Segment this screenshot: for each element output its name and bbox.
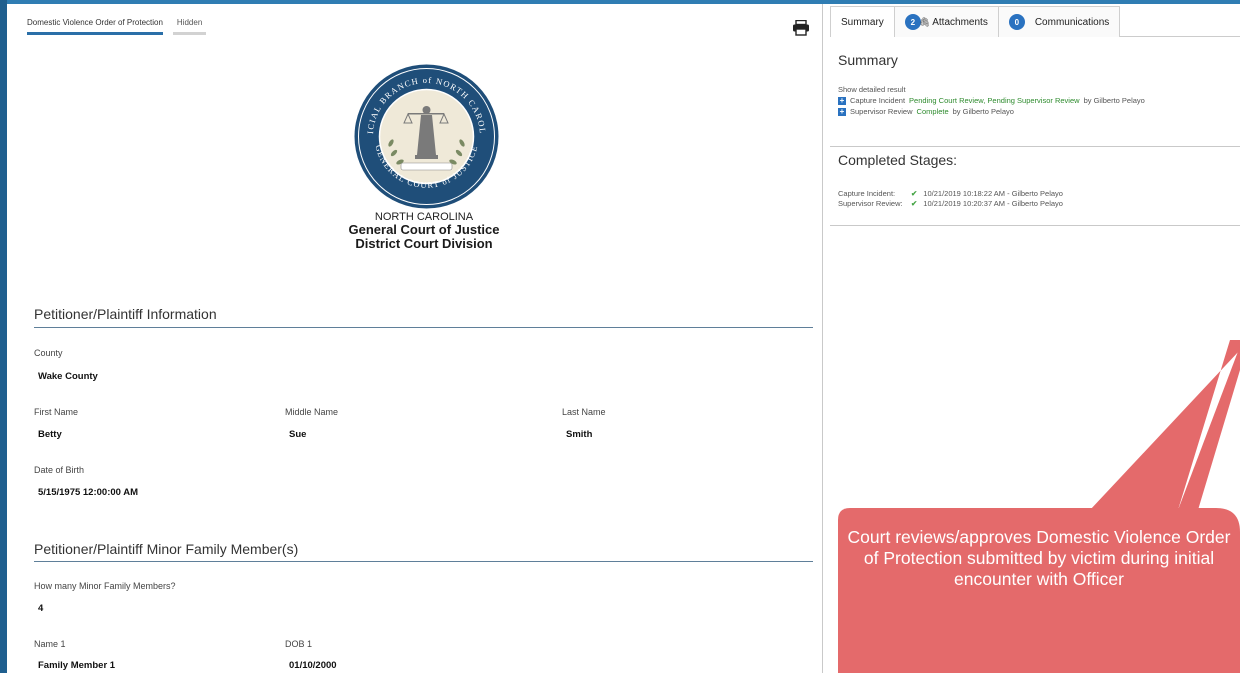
printer-icon[interactable] [792,20,810,36]
county-label: County [34,348,63,358]
tab-attachments-label: Attachments [932,16,988,28]
first-name-value: Betty [38,429,62,440]
document-tabs: Domestic Violence Order of Protection Hi… [27,14,207,35]
middle-name-value: Sue [289,429,307,440]
dob1-value: 01/10/2000 [289,660,337,671]
first-name-label: First Name [34,407,79,417]
annotation-callout [838,340,1240,673]
tab-summary-label: Summary [841,16,884,28]
paperclip-icon: 🖇 [918,16,931,27]
tab-communications-label: Communications [1034,16,1110,28]
tab-attachments[interactable]: 2 🖇 Attachments [893,6,999,37]
petitioner-section-divider [34,327,813,328]
stage-label: Supervisor Review: [838,199,903,208]
stage-row: Capture Incident: ✔ 10/21/2019 10:18:22 … [838,189,1063,199]
tab-summary[interactable]: Summary [830,6,895,37]
completed-stages-heading: Completed Stages: [838,152,958,168]
stage-value: 10/21/2019 10:18:22 AM - Gilberto Pelayo [923,189,1063,198]
stage-label: Capture Incident: [838,189,896,198]
name1-value: Family Member 1 [38,660,116,671]
last-name-label: Last Name [562,407,606,417]
communications-count-badge: 0 [1008,14,1025,30]
expand-plus-icon[interactable]: + [838,96,846,105]
supervisor-stage: Supervisor Review [850,107,913,116]
summary-tabs: Summary 2 🖇 Attachments 0 Communications [830,6,1240,37]
stage-value: 10/21/2019 10:20:37 AM - Gilberto Pelayo [923,199,1063,208]
minor-section-divider [34,561,813,562]
checkmark-icon: ✔ [911,189,918,198]
last-name-value: Smith [566,429,593,440]
tab-hidden[interactable]: Hidden [172,14,207,35]
minor-count-label: How many Minor Family Members? [34,581,176,591]
court-seal-icon: JUDICIAL BRANCH of NORTH CAROLINA GENERA… [353,63,499,209]
capture-stage: Capture Incident [850,96,906,105]
supervisor-by: by Gilberto Pelayo [952,107,1014,116]
tab-domestic-violence-order[interactable]: Domestic Violence Order of Protection [27,14,163,35]
dob1-label: DOB 1 [285,639,313,649]
callout-text: Court reviews/approves Domestic Violence… [847,527,1231,589]
tab-communications[interactable]: 0 Communications [997,6,1121,37]
document-pane: Domestic Violence Order of Protection Hi… [7,4,822,673]
summary-divider [830,146,1240,147]
county-value: Wake County [38,371,98,382]
summary-line-capture: + Capture Incident Pending Court Review,… [838,95,1233,106]
stage-row: Supervisor Review: ✔ 10/21/2019 10:20:37… [838,199,1063,209]
capture-status: Pending Court Review, Pending Supervisor… [909,96,1080,105]
completed-stages-table: Capture Incident: ✔ 10/21/2019 10:18:22 … [838,189,1063,209]
summary-body: Show detailed result + Capture Incident … [838,84,1233,117]
minor-count-value: 4 [38,603,44,614]
name1-label: Name 1 [34,639,66,649]
dob-label: Date of Birth [34,465,85,475]
window-left-edge [0,0,7,673]
stages-divider [830,225,1240,226]
supervisor-status: Complete [916,107,949,116]
middle-name-label: Middle Name [285,407,339,417]
summary-heading: Summary [838,52,898,68]
petitioner-section-title: Petitioner/Plaintiff Information [34,306,217,322]
show-detailed-result-link[interactable]: Show detailed result [838,84,1233,95]
summary-line-supervisor: + Supervisor Review Complete by Gilberto… [838,106,1233,117]
minor-section-title: Petitioner/Plaintiff Minor Family Member… [34,541,299,557]
checkmark-icon: ✔ [911,199,918,208]
court-header: NORTH CAROLINA General Court of Justice … [234,211,614,252]
expand-plus-icon[interactable]: + [838,107,846,116]
dob-value: 5/15/1975 12:00:00 AM [38,487,138,498]
capture-by: by Gilberto Pelayo [1083,96,1145,105]
court-division: District Court Division [355,236,493,252]
court-name: General Court of Justice [348,222,500,238]
